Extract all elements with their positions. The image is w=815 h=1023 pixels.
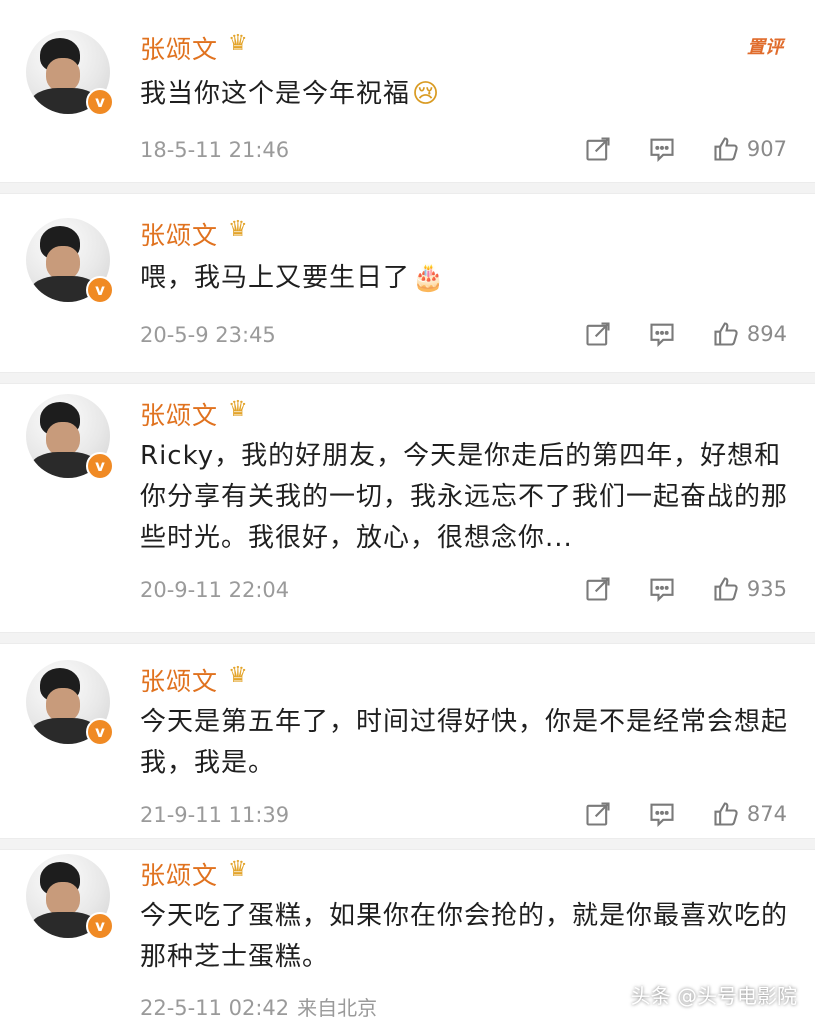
- verified-badge-icon: v: [86, 276, 114, 304]
- thumbs-up-icon[interactable]: [711, 799, 741, 829]
- share-icon[interactable]: [583, 574, 613, 604]
- comment-item-1: v 张颂文 ♛ 置评 我当你这个是今年祝福😢 18-5-11 21:46 907: [0, 0, 815, 180]
- like-count: 907: [746, 137, 787, 161]
- verified-badge-icon: v: [86, 912, 114, 940]
- comment-icon[interactable]: [647, 574, 677, 604]
- hot-comment-badge: 置评: [747, 37, 783, 58]
- timestamp: 22-5-11 02:42 来自北京: [140, 992, 377, 1021]
- timestamp: 18-5-11 21:46: [140, 138, 290, 162]
- comment-icon[interactable]: [647, 799, 677, 829]
- comment-item-4: v 张颂文 ♛ 今天是第五年了，时间过得好快，你是不是经常会想起我，我是。 21…: [0, 644, 815, 840]
- like-count: 935: [746, 577, 787, 601]
- comment-text: Ricky，我的好朋友，今天是你走后的第四年，好想和你分享有关我的一切，我永远忘…: [140, 441, 789, 553]
- thumbs-up-icon[interactable]: [711, 319, 741, 349]
- action-bar: 935: [549, 574, 787, 604]
- divider: [0, 372, 815, 384]
- action-bar: 894: [549, 319, 787, 349]
- comment-icon[interactable]: [647, 319, 677, 349]
- timestamp-value: 22-5-11 02:42: [140, 996, 290, 1020]
- username[interactable]: 张颂文: [140, 216, 218, 252]
- crown-icon: ♛: [228, 857, 248, 882]
- divider: [0, 838, 815, 850]
- comment-text: 我当你这个是今年祝福😢: [140, 74, 800, 115]
- comment-text: 喂，我马上又要生日了🎂: [140, 258, 800, 299]
- like-count: 894: [746, 322, 787, 346]
- divider: [0, 632, 815, 644]
- username[interactable]: 张颂文: [140, 396, 218, 432]
- share-icon[interactable]: [583, 799, 613, 829]
- crown-icon: ♛: [228, 663, 248, 688]
- comment-text: 今天是第五年了，时间过得好快，你是不是经常会想起我，我是。: [140, 707, 789, 778]
- crown-icon: ♛: [228, 217, 248, 242]
- location-source: 来自北京: [297, 996, 378, 1020]
- share-icon[interactable]: [583, 319, 613, 349]
- crying-emoji-icon: 😢: [412, 79, 441, 109]
- comment-text: 今天吃了蛋糕，如果你在你会抢的，就是你最喜欢吃的那种芝士蛋糕。: [140, 901, 789, 972]
- cake-emoji-icon: 🎂: [412, 263, 446, 293]
- watermark: 头条 @头号电影院: [630, 984, 797, 1008]
- thumbs-up-icon[interactable]: [711, 574, 741, 604]
- verified-badge-icon: v: [86, 718, 114, 746]
- crown-icon: ♛: [228, 31, 248, 56]
- action-bar: 907: [549, 134, 787, 164]
- timestamp: 20-5-9 23:45: [140, 323, 276, 347]
- divider: [0, 182, 815, 194]
- verified-badge-icon: v: [86, 452, 114, 480]
- like-count: 874: [746, 802, 787, 826]
- share-icon[interactable]: [583, 134, 613, 164]
- thumbs-up-icon[interactable]: [711, 134, 741, 164]
- username[interactable]: 张颂文: [140, 856, 218, 892]
- timestamp: 20-9-11 22:04: [140, 578, 290, 602]
- comment-icon[interactable]: [647, 134, 677, 164]
- verified-badge-icon: v: [86, 88, 114, 116]
- action-bar: 874: [549, 799, 787, 829]
- crown-icon: ♛: [228, 397, 248, 422]
- username[interactable]: 张颂文: [140, 30, 218, 66]
- comment-item-2: v 张颂文 ♛ 喂，我马上又要生日了🎂 20-5-9 23:45 894: [0, 194, 815, 370]
- timestamp: 21-9-11 11:39: [140, 803, 290, 827]
- username[interactable]: 张颂文: [140, 662, 218, 698]
- comment-item-3: v 张颂文 ♛ Ricky，我的好朋友，今天是你走后的第四年，好想和你分享有关我…: [0, 384, 815, 634]
